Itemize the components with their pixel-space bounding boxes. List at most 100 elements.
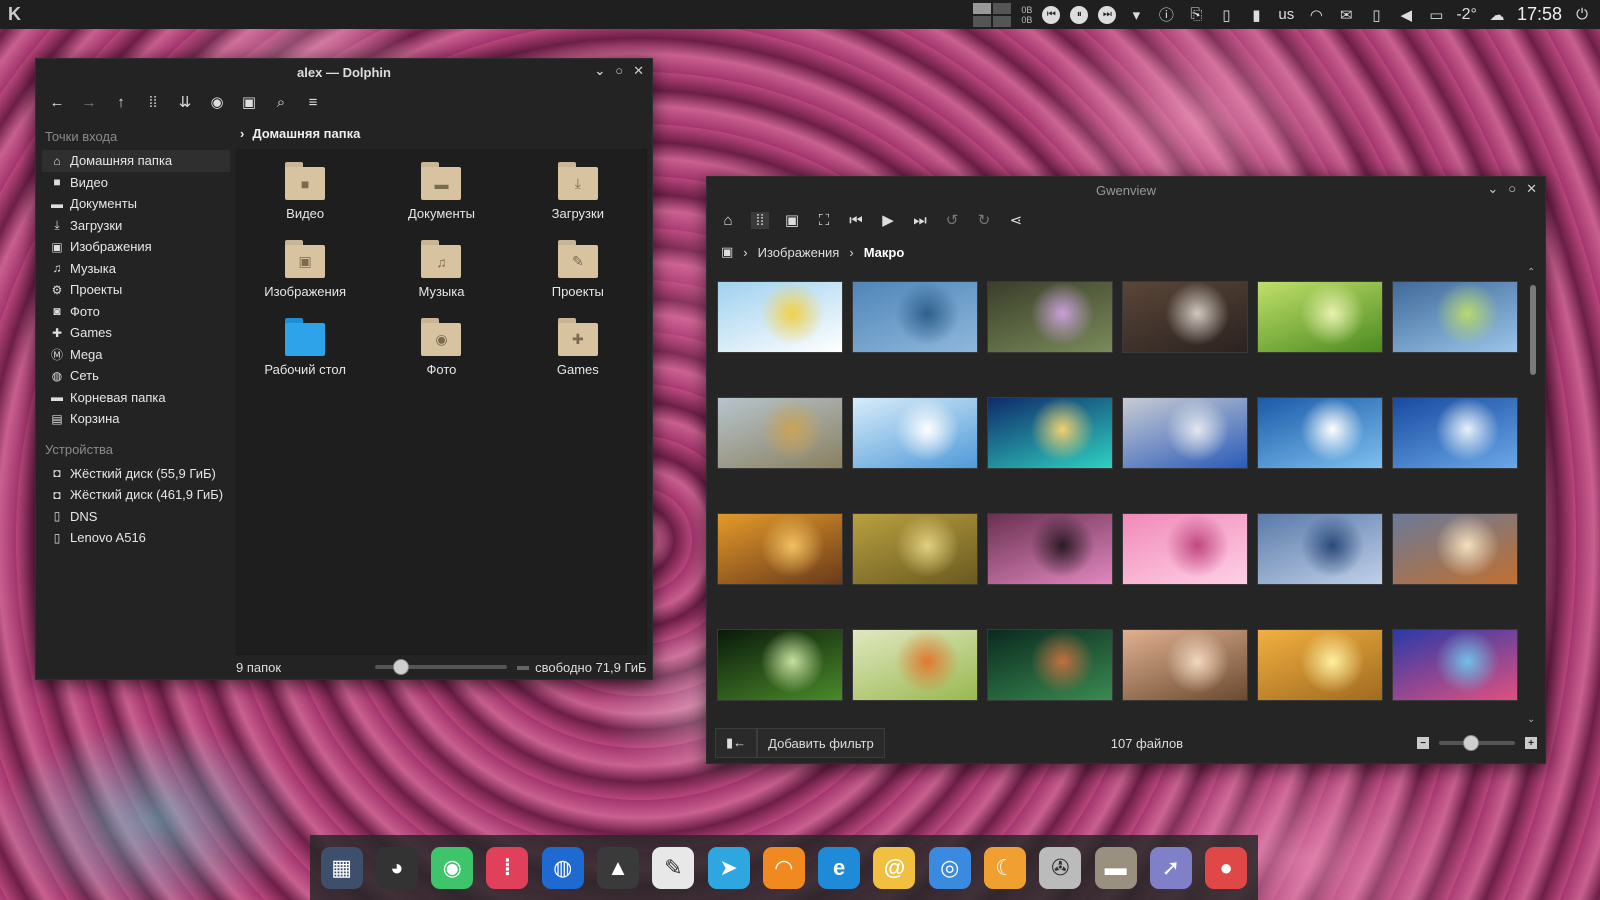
thumbnail-autumn-branch[interactable] bbox=[1392, 513, 1518, 585]
mail-icon[interactable]: ✉ bbox=[1336, 5, 1356, 25]
toggle-sidebar-button[interactable]: ▮← bbox=[715, 728, 758, 758]
place-item[interactable]: ▤ Корзина bbox=[42, 408, 230, 430]
back-icon[interactable]: ← bbox=[48, 94, 66, 111]
pager-icon[interactable] bbox=[973, 2, 1012, 27]
image-icon[interactable]: ▣ bbox=[721, 244, 733, 260]
breadcrumb-current[interactable]: Домашняя папка bbox=[252, 126, 360, 141]
thumbnail-snowflake-sun[interactable] bbox=[1257, 397, 1383, 469]
scrollbar-thumb[interactable] bbox=[1530, 285, 1536, 375]
place-item[interactable]: Ⓜ Mega bbox=[42, 344, 230, 366]
fullscreen-icon[interactable]: ⛶ bbox=[815, 212, 833, 229]
rss-reader-app-icon[interactable]: ◠ bbox=[762, 846, 805, 889]
sort-icon[interactable]: ⇊ bbox=[176, 93, 194, 111]
thumbnail-willow[interactable] bbox=[852, 513, 978, 585]
breadcrumb-current[interactable]: Макро bbox=[864, 245, 905, 260]
place-item[interactable]: ▬ Корневая папка bbox=[42, 387, 230, 409]
thumbnail-daisies[interactable] bbox=[717, 281, 843, 353]
preview-icon[interactable]: ◉ bbox=[208, 93, 226, 111]
device-item[interactable]: ▯ Lenovo A516 bbox=[42, 527, 230, 549]
storage-icon[interactable]: ▯ bbox=[1216, 5, 1236, 25]
rotate-left-icon[interactable]: ↺ bbox=[943, 211, 961, 229]
up-icon[interactable]: ↑ bbox=[112, 94, 130, 111]
github-app-icon[interactable]: ◕ bbox=[375, 846, 418, 889]
menu-icon[interactable]: ≡ bbox=[304, 94, 322, 111]
file-manager-app-icon[interactable]: ▬ bbox=[1094, 846, 1137, 889]
folder-item[interactable]: ✚ Games bbox=[513, 318, 643, 396]
media-next-icon[interactable]: ⏭ bbox=[1098, 5, 1117, 24]
add-filter-button[interactable]: Добавить фильтр bbox=[757, 728, 885, 758]
mixer-app-icon[interactable]: ⦙ bbox=[486, 846, 529, 889]
thumbnail-hand-heart[interactable] bbox=[987, 397, 1113, 469]
display-icon[interactable]: ▭ bbox=[1426, 5, 1446, 25]
clock[interactable]: 17:58 bbox=[1517, 4, 1562, 25]
folder-item[interactable]: ♫ Музыка bbox=[376, 240, 506, 318]
gwenview-titlebar[interactable]: Gwenview ⌄ ○ ✕ bbox=[707, 177, 1545, 203]
place-item[interactable]: ⤓ Загрузки bbox=[42, 215, 230, 237]
play-icon[interactable]: ▶ bbox=[879, 211, 897, 229]
thumbnail-water-hearts[interactable] bbox=[852, 281, 978, 353]
place-item[interactable]: ⌂ Домашняя папка bbox=[42, 150, 230, 172]
keyboard-layout[interactable]: us bbox=[1276, 5, 1296, 25]
cursor-app-icon[interactable]: ➚ bbox=[1149, 846, 1192, 889]
media-pause-icon[interactable]: ⏸ bbox=[1070, 5, 1089, 24]
search-icon[interactable]: ⌕ bbox=[272, 94, 290, 111]
thumbnail-size-handle[interactable] bbox=[1462, 735, 1479, 751]
thumbnail-size-slider[interactable] bbox=[1439, 735, 1515, 751]
image-icon[interactable]: ▣ bbox=[240, 93, 258, 111]
thumbnail-butterfly-white[interactable] bbox=[852, 629, 978, 701]
thumbnail-cherry-blossom[interactable] bbox=[1122, 513, 1248, 585]
temperature[interactable]: -2° bbox=[1456, 6, 1477, 24]
close-icon[interactable]: ✕ bbox=[1526, 181, 1537, 197]
thumbnail-grass-dew[interactable] bbox=[717, 629, 843, 701]
folder-item[interactable]: ✎ Проекты bbox=[513, 240, 643, 318]
ghost-app-icon[interactable]: ◉ bbox=[431, 846, 474, 889]
thumbnail-bokeh-flowers[interactable] bbox=[987, 281, 1113, 353]
thumbnail-green-leaves[interactable] bbox=[1257, 281, 1383, 353]
place-item[interactable]: ▣ Изображения bbox=[42, 236, 230, 258]
place-item[interactable]: ✚ Games bbox=[42, 322, 230, 344]
thumbnail-blue-branch[interactable] bbox=[1257, 513, 1383, 585]
thumbnail-teddy-bear[interactable] bbox=[717, 513, 843, 585]
scrollbar[interactable]: ⌃ ⌄ bbox=[1527, 267, 1537, 725]
device-item[interactable]: ◘ Жёсткий диск (55,9 ГиБ) bbox=[42, 463, 230, 485]
folder-item[interactable]: Рабочий стол bbox=[240, 318, 370, 396]
folder-item[interactable]: ▬ Документы bbox=[376, 162, 506, 240]
close-icon[interactable]: ✕ bbox=[633, 63, 644, 79]
zoom-in-icon[interactable]: + bbox=[1525, 737, 1537, 749]
phone-icon[interactable]: ▮ bbox=[1246, 5, 1266, 25]
thumbnail-butterfly-dark[interactable] bbox=[987, 629, 1113, 701]
place-item[interactable]: ◙ Фото bbox=[42, 301, 230, 323]
browse-icon[interactable]: ⁞⁞ bbox=[751, 211, 769, 229]
scroll-up-icon[interactable]: ⌃ bbox=[1527, 267, 1535, 278]
dropdown-icon[interactable]: ▾ bbox=[1126, 5, 1146, 25]
thumbnail-snowflake-field[interactable] bbox=[1392, 397, 1518, 469]
notification-icon[interactable]: ⓘ bbox=[1156, 5, 1176, 25]
view-icon[interactable]: ▣ bbox=[783, 211, 801, 229]
thumbnail-bud-blue[interactable] bbox=[1392, 281, 1518, 353]
breadcrumb[interactable]: › Домашняя папка bbox=[236, 121, 647, 145]
dolphin-titlebar[interactable]: alex — Dolphin ⌄ ○ ✕ bbox=[36, 59, 652, 85]
home-icon[interactable]: ⌂ bbox=[719, 212, 737, 229]
place-item[interactable]: ♫ Музыка bbox=[42, 258, 230, 280]
media-prev-icon[interactable]: ⏮ bbox=[1042, 5, 1061, 24]
folder-item[interactable]: ▣ Изображения bbox=[240, 240, 370, 318]
panel-app-icon[interactable]: ▦ bbox=[320, 846, 363, 889]
edge-browser-app-icon[interactable]: e bbox=[818, 846, 861, 889]
thumbnail-wood-drop[interactable] bbox=[1122, 281, 1248, 353]
thumbnail-snowflake-blue[interactable] bbox=[1122, 397, 1248, 469]
clipboard-icon[interactable]: ⎘ bbox=[1186, 5, 1206, 25]
chromium-app-icon[interactable]: ◎ bbox=[928, 846, 971, 889]
moon-app-icon[interactable]: ☾ bbox=[984, 846, 1027, 889]
text-editor-app-icon[interactable]: ✎ bbox=[652, 846, 695, 889]
breadcrumb-parent[interactable]: Изображения bbox=[758, 245, 840, 260]
folder-view[interactable]: ■ Видео ▬ Документы ⤓ Загрузки ▣ Изображения ♫ Му… bbox=[236, 149, 647, 655]
phone-connect-icon[interactable]: ▯ bbox=[1366, 5, 1386, 25]
volume-icon[interactable]: ◀ bbox=[1396, 5, 1416, 25]
share-icon[interactable]: ⋖ bbox=[1007, 211, 1025, 229]
weather-icon[interactable]: ☁ bbox=[1487, 5, 1507, 25]
maximize-icon[interactable]: ○ bbox=[1508, 181, 1516, 197]
thumbnail-blue-drops[interactable] bbox=[1392, 629, 1518, 701]
device-item[interactable]: ◘ Жёсткий диск (461,9 ГиБ) bbox=[42, 484, 230, 506]
browser-sphere-app-icon[interactable]: ◍ bbox=[541, 846, 584, 889]
zoom-slider-handle[interactable] bbox=[393, 659, 410, 675]
